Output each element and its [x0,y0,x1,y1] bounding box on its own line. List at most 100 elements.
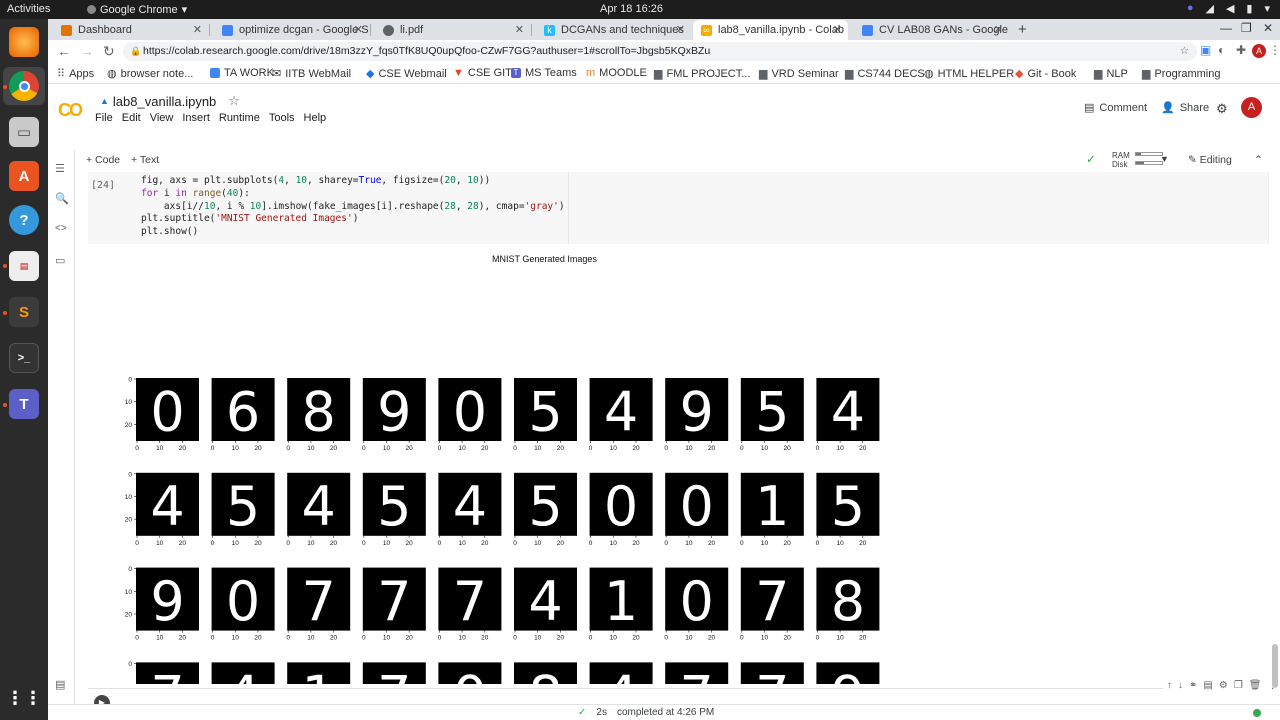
bookmark-html-helper[interactable]: ◍ HTML HELPER [924,67,1014,81]
move-down-icon[interactable]: ↓ [1178,680,1183,691]
bookmark-moodle[interactable]: m MOODLE [586,67,647,79]
bookmark-nlp[interactable]: ▆ NLP [1094,67,1128,81]
tab-kaggle[interactable]: k DCGANs and techniques ✕ [536,20,691,40]
bookmark-iitb-webmail[interactable]: ✉ IITB WebMail [272,67,351,81]
reload-button[interactable]: ↻ [103,43,115,60]
tab-google-search[interactable]: optimize dcgan - Google S ✕ [214,20,369,40]
activities-button[interactable]: Activities [7,3,50,15]
command-palette-icon[interactable]: ▤ [55,678,65,691]
profile-icon[interactable]: A [1252,44,1266,58]
chevron-down-icon[interactable]: ▼ [1160,154,1169,164]
firefox-icon[interactable] [9,27,39,57]
bookmark-cse-git[interactable]: ▼ CSE GIT [453,67,512,79]
avatar[interactable]: A [1241,97,1262,118]
resource-monitor[interactable]: RAM Disk [1112,151,1163,169]
back-button[interactable]: ← [57,43,71,59]
maximize-button[interactable]: ❐ [1241,21,1252,35]
close-icon[interactable]: ✕ [515,23,524,36]
bookmark-label: MOODLE [599,67,647,79]
teams-icon[interactable]: T [9,389,39,419]
tab-li-pdf[interactable]: li.pdf ✕ [375,20,530,40]
new-tab-button[interactable]: + [1018,21,1027,38]
close-icon[interactable]: ✕ [994,23,1003,36]
execution-status[interactable]: ✓ 2s completed at 4:26 PM [578,707,714,718]
menu-help[interactable]: Help [304,112,327,124]
colab-logo[interactable]: CO [58,100,83,121]
bookmark-browser-notes[interactable]: ◍ browser note... [107,67,193,81]
table-of-contents-icon[interactable]: ☰ [55,162,65,175]
generated-digit: 7 [150,665,184,684]
tab-dashboard[interactable]: Dashboard ✕ [53,20,208,40]
notebook-title[interactable]: ▲ lab8_vanilla.ipynb ☆ [100,93,240,109]
link-icon[interactable]: ⚭ [1189,680,1197,691]
minimize-button[interactable]: — [1220,21,1232,35]
scrollbar[interactable] [1272,644,1278,688]
bookmark-apps[interactable]: ⠿ Apps [57,67,94,81]
tab-colab-active[interactable]: ∞ lab8_vanilla.ipynb - Colab ✕ [693,20,848,40]
forward-button[interactable]: → [80,43,94,59]
bookmark-cs744-decs[interactable]: ▆ CS744 DECS [845,67,925,81]
app-menu[interactable]: Google Chrome ▾ [87,3,187,16]
menu-edit[interactable]: Edit [122,112,141,124]
code-snippets-icon[interactable]: <> [55,223,67,234]
document-viewer-icon[interactable]: ▤ [9,251,39,281]
terminal-icon[interactable]: >_ [9,343,39,373]
bookmark-git-book[interactable]: ◆ Git - Book [1015,67,1076,81]
software-center-icon[interactable]: A [9,161,39,191]
code-editor[interactable]: fig, axs = plt.subplots(4, 10, sharey=Tr… [141,175,565,239]
star-icon[interactable]: ☆ [228,93,240,109]
puzzle-icon[interactable]: ✚ [1236,43,1246,57]
menu-view[interactable]: View [150,112,174,124]
delete-icon[interactable]: 🗑 [1249,680,1262,691]
files-icon[interactable]: ▭ [9,117,39,147]
search-icon[interactable]: 🔍 [55,192,69,205]
editing-mode-button[interactable]: ✎ Editing [1188,154,1232,166]
bookmark-ta-work[interactable]: TA WORK [210,67,274,79]
x-tick-label: 0 [135,540,139,547]
comment-button[interactable]: ▤ Comment [1084,101,1147,115]
extension-icon[interactable]: ◐ [1218,43,1225,57]
y-tick-label: 0 [128,566,132,573]
x-tick-label: 0 [362,540,366,547]
clock[interactable]: Apr 18 16:26 [600,3,663,15]
bookmark-programming[interactable]: ▆ Programming [1142,67,1221,81]
code-cell[interactable]: [24] fig, axs = plt.subplots(4, 10, shar… [88,172,1269,244]
comment-icon[interactable]: ▤ [1203,680,1212,691]
menu-tools[interactable]: Tools [269,112,295,124]
moodle-icon: m [586,67,596,79]
add-text-button[interactable]: + Text [131,154,159,166]
sublime-text-icon[interactable]: S [9,297,39,327]
generated-digit: 6 [226,380,260,443]
menu-file[interactable]: File [95,112,113,124]
kebab-menu-icon[interactable]: ⋮ [1269,43,1280,57]
tab-google-docs[interactable]: CV LAB08 GANs - Google ✕ [854,20,1009,40]
chrome-dock-icon[interactable] [9,71,39,101]
tab-strip: Dashboard ✕ optimize dcgan - Google S ✕ li… [48,19,1280,40]
bookmark-vrd-seminar[interactable]: ▆ VRD Seminar [759,67,839,81]
bookmark-fml-project[interactable]: ▆ FML PROJECT... [654,67,750,81]
show-applications-icon[interactable]: ⋮⋮ [6,683,42,713]
share-button[interactable]: 👤 Share [1161,101,1209,115]
help-icon[interactable]: ? [9,205,39,235]
extension-icon[interactable]: ▣ [1200,43,1211,57]
close-icon[interactable]: ✕ [676,23,685,36]
close-window-button[interactable]: ✕ [1263,21,1273,35]
bookmark-star-icon[interactable]: ☆ [1180,42,1189,61]
system-tray[interactable]: ● ◢ ◀ ▮ ▾ [1187,2,1270,15]
close-icon[interactable]: ✕ [833,23,842,36]
close-icon[interactable]: ✕ [354,23,363,36]
gear-icon[interactable]: ⚙ [1219,680,1228,691]
files-icon[interactable]: ▭ [55,254,65,267]
bookmark-cse-webmail[interactable]: ◆ CSE Webmail [366,67,447,81]
menu-runtime[interactable]: Runtime [219,112,260,124]
mirror-cell-icon[interactable]: ❐ [1234,680,1243,691]
add-code-button[interactable]: + Code [86,154,120,166]
globe-icon: ◍ [107,68,117,80]
menu-insert[interactable]: Insert [182,112,210,124]
close-icon[interactable]: ✕ [193,23,202,36]
settings-button[interactable]: ⚙ [1216,101,1228,117]
move-up-icon[interactable]: ↑ [1167,680,1172,691]
bookmark-ms-teams[interactable]: T MS Teams [511,67,577,79]
collapse-header-button[interactable]: ⌃ [1254,154,1263,166]
address-bar[interactable]: 🔒 https://colab.research.google.com/drive… [123,42,1197,61]
